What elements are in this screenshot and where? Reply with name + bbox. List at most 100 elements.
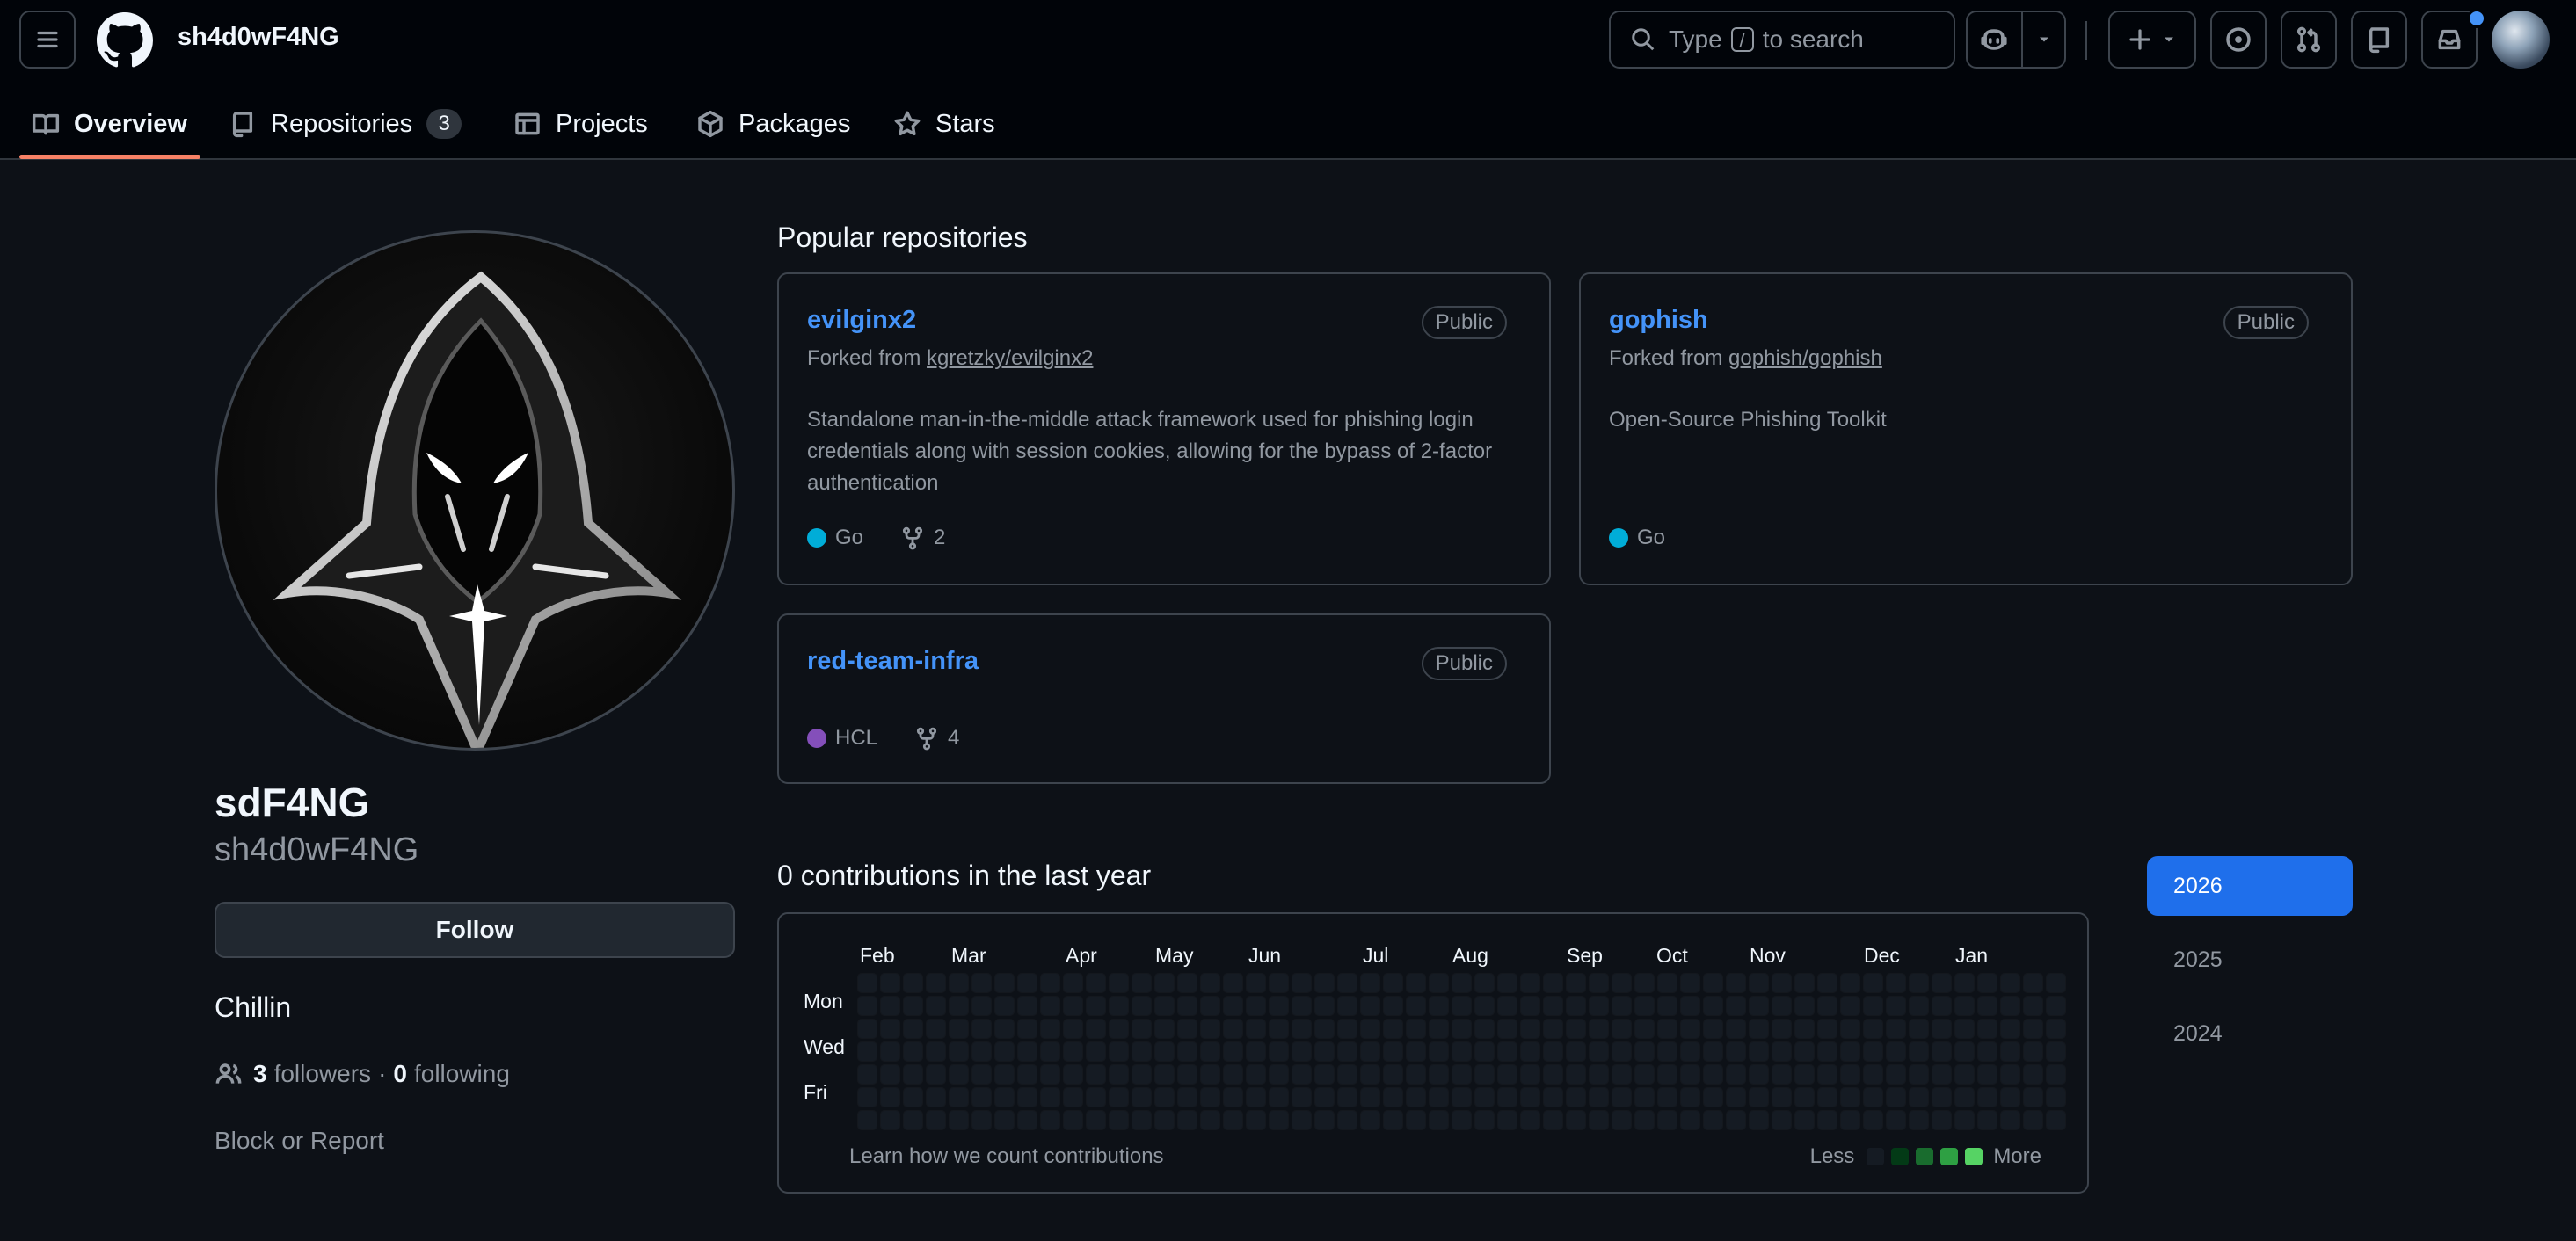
contribution-cell[interactable]	[1178, 1088, 1197, 1107]
contribution-cell[interactable]	[1932, 997, 1951, 1015]
contribution-cell[interactable]	[1887, 974, 1905, 992]
contribution-cell[interactable]	[1201, 1065, 1219, 1084]
contribution-cell[interactable]	[1475, 1065, 1494, 1084]
contribution-cell[interactable]	[1384, 974, 1402, 992]
tab-overview[interactable]: Overview	[32, 88, 187, 160]
contribution-cell[interactable]	[1932, 1088, 1951, 1107]
contribution-cell[interactable]	[1795, 1020, 1814, 1038]
contribution-cell[interactable]	[2001, 1088, 2019, 1107]
contribution-cell[interactable]	[1544, 1020, 1562, 1038]
contribution-cell[interactable]	[1110, 1065, 1128, 1084]
contribution-cell[interactable]	[1910, 1020, 1928, 1038]
contribution-cell[interactable]	[1041, 997, 1059, 1015]
contribution-cell[interactable]	[1864, 1111, 1882, 1129]
contribution-cell[interactable]	[904, 1042, 922, 1061]
contribution-cell[interactable]	[1247, 1088, 1265, 1107]
contribution-cell[interactable]	[1178, 1065, 1197, 1084]
contribution-cell[interactable]	[1772, 1042, 1791, 1061]
repo-link[interactable]: gophish	[1609, 306, 1708, 335]
contribution-cell[interactable]	[1772, 1065, 1791, 1084]
contribution-cell[interactable]	[1955, 997, 1974, 1015]
contribution-cell[interactable]	[1795, 1111, 1814, 1129]
tab-packages[interactable]: Packages	[696, 88, 850, 160]
contribution-cell[interactable]	[1635, 1042, 1654, 1061]
contribution-cell[interactable]	[1361, 997, 1379, 1015]
contribution-cell[interactable]	[1978, 1065, 1997, 1084]
contribution-cell[interactable]	[1521, 1065, 1539, 1084]
contribution-cell[interactable]	[1612, 1088, 1631, 1107]
contribution-cell[interactable]	[1224, 997, 1242, 1015]
contribution-cell[interactable]	[1041, 1088, 1059, 1107]
contribution-cell[interactable]	[1315, 1088, 1334, 1107]
contribution-cell[interactable]	[1407, 997, 1425, 1015]
contribution-cell[interactable]	[1681, 1065, 1699, 1084]
contribution-cell[interactable]	[972, 1088, 991, 1107]
fork-source-link[interactable]: kgretzky/evilginx2	[927, 346, 1093, 370]
repositories-button[interactable]	[2351, 11, 2407, 69]
contribution-cell[interactable]	[972, 1042, 991, 1061]
contribution-cell[interactable]	[1978, 997, 1997, 1015]
contribution-cell[interactable]	[858, 1065, 877, 1084]
contribution-cell[interactable]	[1361, 974, 1379, 992]
contribution-cell[interactable]	[1932, 1042, 1951, 1061]
contribution-cell[interactable]	[1041, 1111, 1059, 1129]
contribution-cell[interactable]	[1361, 1020, 1379, 1038]
contribution-cell[interactable]	[1704, 1111, 1722, 1129]
contribution-cell[interactable]	[1018, 997, 1037, 1015]
contribution-cell[interactable]	[1727, 1042, 1745, 1061]
contribution-cell[interactable]	[1018, 1042, 1037, 1061]
contribution-cell[interactable]	[1635, 1020, 1654, 1038]
contribution-cell[interactable]	[2047, 1111, 2065, 1129]
contribution-cell[interactable]	[1338, 997, 1357, 1015]
contribution-cell[interactable]	[1361, 1111, 1379, 1129]
contribution-cell[interactable]	[1475, 997, 1494, 1015]
tab-repositories[interactable]: Repositories 3	[229, 88, 462, 160]
contribution-cell[interactable]	[1635, 1088, 1654, 1107]
contribution-cell[interactable]	[2024, 997, 2042, 1015]
contribution-cell[interactable]	[1338, 1065, 1357, 1084]
contribution-cell[interactable]	[1750, 1088, 1768, 1107]
contribution-cell[interactable]	[1338, 1088, 1357, 1107]
contribution-cell[interactable]	[1681, 1042, 1699, 1061]
contribution-cell[interactable]	[972, 1111, 991, 1129]
contribution-cell[interactable]	[1795, 1088, 1814, 1107]
block-or-report-link[interactable]: Block or Report	[215, 1127, 384, 1155]
contribution-cell[interactable]	[1338, 1042, 1357, 1061]
contribution-cell[interactable]	[1064, 997, 1082, 1015]
contribution-cell[interactable]	[1178, 1020, 1197, 1038]
fork-source-link[interactable]: gophish/gophish	[1728, 346, 1882, 370]
contribution-cell[interactable]	[1955, 974, 1974, 992]
contribution-cell[interactable]	[1407, 1020, 1425, 1038]
contribution-cell[interactable]	[1864, 1065, 1882, 1084]
contribution-cell[interactable]	[1270, 1042, 1288, 1061]
contribution-cell[interactable]	[1087, 1088, 1105, 1107]
contribution-cell[interactable]	[1681, 997, 1699, 1015]
contribution-cell[interactable]	[1041, 1042, 1059, 1061]
contribution-cell[interactable]	[1887, 1042, 1905, 1061]
follow-button[interactable]: Follow	[215, 902, 735, 958]
contribution-cell[interactable]	[1544, 997, 1562, 1015]
contribution-cell[interactable]	[1247, 1111, 1265, 1129]
contribution-cell[interactable]	[950, 974, 968, 992]
contribution-cell[interactable]	[1727, 1065, 1745, 1084]
contribution-cell[interactable]	[950, 1111, 968, 1129]
contribution-cell[interactable]	[1978, 1020, 1997, 1038]
contribution-cell[interactable]	[1132, 1111, 1151, 1129]
contribution-cell[interactable]	[1521, 997, 1539, 1015]
contribution-cell[interactable]	[1361, 1042, 1379, 1061]
contribution-cell[interactable]	[1407, 1088, 1425, 1107]
contribution-cell[interactable]	[1750, 1042, 1768, 1061]
contribution-cell[interactable]	[1384, 1042, 1402, 1061]
contribution-cell[interactable]	[904, 1111, 922, 1129]
contribution-cell[interactable]	[1247, 1042, 1265, 1061]
contribution-cell[interactable]	[950, 1065, 968, 1084]
contribution-cell[interactable]	[1750, 997, 1768, 1015]
contribution-cell[interactable]	[1567, 1088, 1585, 1107]
contribution-cell[interactable]	[1910, 1111, 1928, 1129]
contribution-cell[interactable]	[1315, 1065, 1334, 1084]
contribution-cell[interactable]	[1155, 1042, 1174, 1061]
contribution-cell[interactable]	[1292, 1111, 1311, 1129]
following-link[interactable]: following	[414, 1060, 510, 1088]
contribution-cell[interactable]	[927, 1088, 945, 1107]
contribution-cell[interactable]	[1612, 997, 1631, 1015]
